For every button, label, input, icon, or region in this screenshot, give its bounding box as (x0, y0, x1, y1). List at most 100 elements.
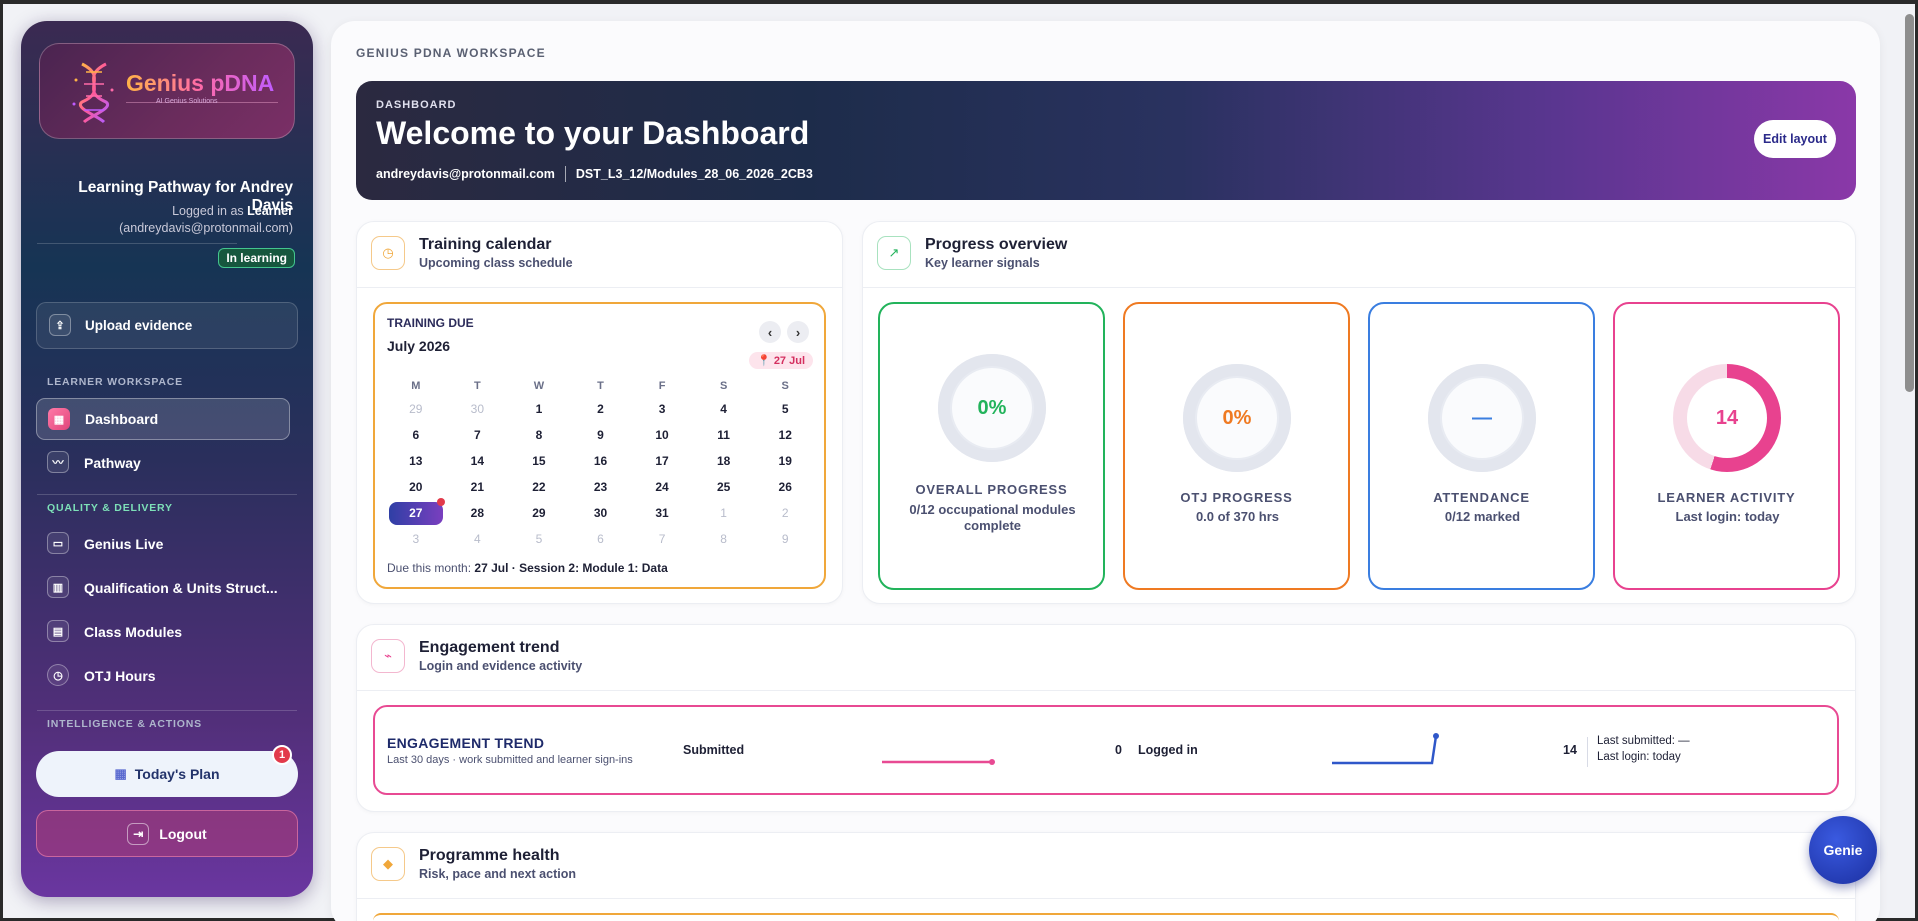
calendar-day[interactable]: 3 (631, 396, 693, 422)
calendar-icon: ▤ (47, 620, 69, 642)
calendar-day[interactable]: 7 (447, 422, 509, 448)
engagement-trend-card: ⌁ Engagement trend Login and evidence ac… (356, 624, 1856, 812)
section-learner-workspace: LEARNER WORKSPACE (47, 376, 183, 388)
progress-detail: 0/12 occupational modules complete (909, 502, 1076, 533)
sidebar-item-class-modules[interactable]: ▤ Class Modules (36, 611, 290, 653)
progress-label: LEARNER ACTIVITY (1657, 490, 1796, 505)
genie-assistant-button[interactable]: Genie (1809, 816, 1877, 884)
dna-icon (72, 62, 114, 124)
calendar-day[interactable]: 8 (508, 422, 570, 448)
weekday-header: M (411, 380, 421, 392)
calendar-day[interactable]: 4 (693, 396, 755, 422)
calendar-day[interactable]: 2 (570, 396, 632, 422)
calendar-day[interactable]: 7 (631, 526, 693, 552)
calendar-day[interactable]: 20 (385, 474, 447, 500)
progress-value: 0% (952, 368, 1032, 448)
status-badge: In learning (218, 248, 295, 268)
scrollbar-thumb[interactable] (1905, 14, 1914, 392)
weekday-header: S (781, 380, 789, 392)
pin-icon: 📍 (757, 355, 771, 367)
sidebar-item-dashboard[interactable]: ▦ Dashboard (36, 398, 290, 440)
brand-logo[interactable]: Genius pDNA AI Genius Solutions (39, 43, 295, 139)
hero-meta: andreydavis@protonmail.com DST_L3_12/Mod… (376, 166, 813, 182)
calendar-day[interactable]: 13 (385, 448, 447, 474)
calendar-day[interactable]: 31 (631, 500, 693, 526)
calendar-day[interactable]: 24 (631, 474, 693, 500)
calendar-day[interactable]: 5 (508, 526, 570, 552)
calendar-day[interactable]: 9 (570, 422, 632, 448)
calendar-day[interactable]: 6 (385, 422, 447, 448)
calendar-month: July 2026 (387, 338, 451, 354)
calendar-day[interactable]: 5 (754, 396, 816, 422)
calendar-day[interactable]: 1 (693, 500, 755, 526)
next-month-button[interactable]: › (787, 321, 809, 343)
calendar-day[interactable]: 4 (447, 526, 509, 552)
progress-label: OVERALL PROGRESS (915, 482, 1068, 497)
progress-overview-card: ↗ Progress overview Key learner signals … (862, 221, 1856, 604)
calendar-panel: TRAINING DUE July 2026 ‹ › 📍 27 Jul M T W T… (373, 302, 826, 589)
calendar-day[interactable]: 14 (447, 448, 509, 474)
upload-evidence-button[interactable]: ⇪ Upload evidence (36, 302, 298, 349)
calendar-day[interactable]: 23 (570, 474, 632, 500)
logout-button[interactable]: ⇥ Logout (36, 810, 298, 857)
submitted-label: Submitted (683, 743, 745, 757)
calendar-day[interactable]: 3 (385, 526, 447, 552)
overall-progress-card[interactable]: 0% OVERALL PROGRESS 0/12 occupational mo… (878, 302, 1105, 590)
calendar-day[interactable]: 11 (693, 422, 755, 448)
edit-layout-button[interactable]: Edit layout (1754, 120, 1836, 158)
calendar-day[interactable]: 27 (385, 497, 447, 526)
calendar-day[interactable]: 17 (631, 448, 693, 474)
calendar-day[interactable]: 2 (754, 500, 816, 526)
calendar-day[interactable]: 12 (754, 422, 816, 448)
progress-detail: Last login: today (1675, 509, 1780, 524)
calendar-day[interactable]: 18 (693, 448, 755, 474)
card-subtitle: Login and evidence activity (419, 659, 583, 673)
learner-activity-card[interactable]: 14 LEARNER ACTIVITY Last login: today (1613, 302, 1840, 590)
calendar-day[interactable]: 29 (385, 396, 447, 422)
calendar-day[interactable]: 19 (754, 448, 816, 474)
video-icon: ▭ (47, 532, 69, 554)
calendar-day[interactable]: 1 (508, 396, 570, 422)
dashboard-icon: ▦ (48, 408, 70, 430)
engagement-panel: ENGAGEMENT TREND Last 30 days · work sub… (373, 705, 1839, 795)
calendar-day[interactable]: 15 (508, 448, 570, 474)
card-title: Engagement trend (419, 639, 560, 656)
hero-label: DASHBOARD (376, 99, 457, 111)
calendar-day[interactable]: 21 (447, 474, 509, 500)
todays-plan-button[interactable]: ▦ Today's Plan 1 (36, 745, 298, 797)
weekday-header: T (597, 380, 604, 392)
progress-value: 14 (1687, 378, 1767, 458)
brand-tagline: AI Genius Solutions (156, 98, 218, 105)
sidebar-item-otj-hours[interactable]: ◷ OTJ Hours (36, 655, 290, 697)
logged-in-sparkline (1332, 733, 1439, 765)
calendar-grid: M T W T F S S 29 30 1 2 3 4 5 6 7 8 9 10 11 12 13 14 15 16 17 18 19… (385, 376, 816, 552)
calendar-day[interactable]: 16 (570, 448, 632, 474)
calendar-day[interactable]: 30 (570, 500, 632, 526)
calendar-day[interactable]: 25 (693, 474, 755, 500)
calendar-day[interactable]: 22 (508, 474, 570, 500)
sidebar-item-qualification[interactable]: ▥ Qualification & Units Struct... (36, 567, 290, 609)
weekday-header: W (533, 380, 545, 392)
sidebar-item-pathway[interactable]: 〰 Pathway (36, 442, 290, 484)
calendar-day[interactable]: 30 (447, 396, 509, 422)
calendar-day[interactable]: 10 (631, 422, 693, 448)
calendar-label: TRAINING DUE (387, 316, 474, 330)
due-date-chip: 📍 27 Jul (749, 352, 813, 369)
engagement-panel-title: ENGAGEMENT TREND (387, 735, 545, 751)
calendar-day[interactable]: 29 (508, 500, 570, 526)
selected-day[interactable]: 27 (388, 497, 445, 525)
progress-detail: 0.0 of 370 hrs (1195, 509, 1280, 524)
weekday-header: F (658, 380, 666, 392)
prev-month-button[interactable]: ‹ (759, 321, 781, 343)
calendar-day[interactable]: 8 (693, 526, 755, 552)
submitted-value: 0 (1115, 743, 1122, 757)
calendar-day[interactable]: 6 (570, 526, 632, 552)
attendance-card[interactable]: — ATTENDANCE 0/12 marked (1368, 302, 1595, 590)
sidebar-item-genius-live[interactable]: ▭ Genius Live (36, 523, 290, 565)
dashboard-hero: DASHBOARD Welcome to your Dashboard andr… (356, 81, 1856, 200)
calendar-day[interactable]: 28 (447, 500, 509, 526)
calendar-day[interactable]: 26 (754, 474, 816, 500)
calendar-day[interactable]: 9 (754, 526, 816, 552)
last-login: Last login: today (1597, 751, 1681, 763)
otj-progress-card[interactable]: 0% OTJ PROGRESS 0.0 of 370 hrs (1123, 302, 1350, 590)
